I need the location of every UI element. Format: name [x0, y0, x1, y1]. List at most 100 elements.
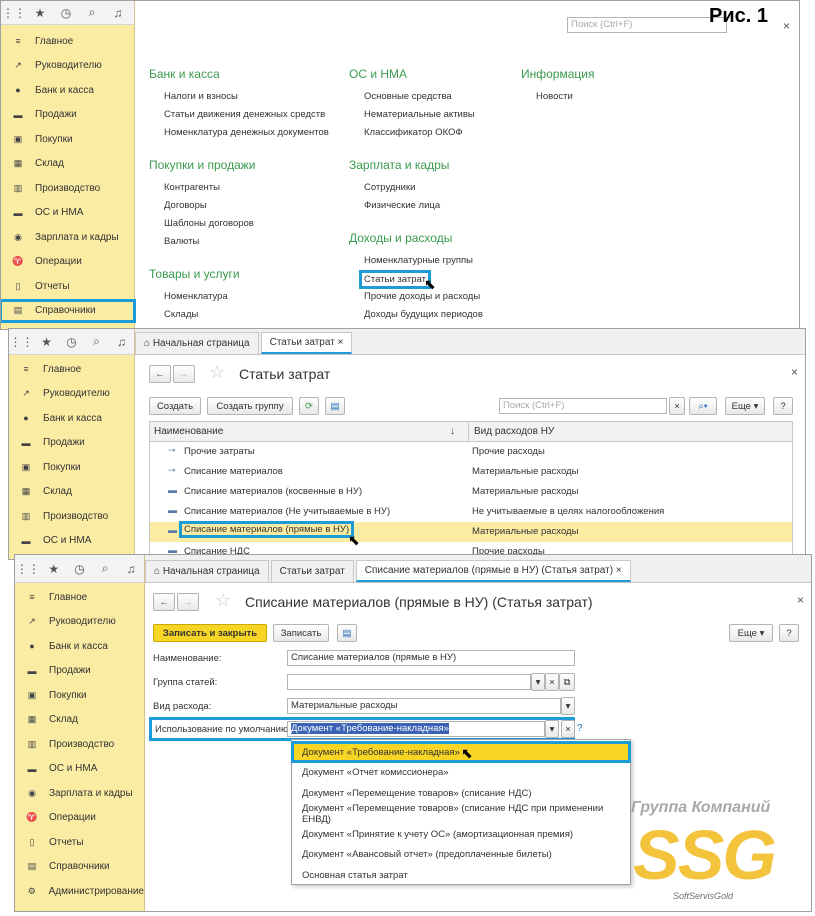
close-icon[interactable]: × [783, 19, 790, 33]
sidebar-item[interactable]: ↗ Руководителю [9, 384, 134, 404]
sidebar-item[interactable]: ▯ Отчеты [15, 832, 144, 852]
tab-cost-items[interactable]: Статьи затрат × [260, 332, 353, 354]
close-icon[interactable]: × [797, 593, 804, 607]
close-icon[interactable]: × [335, 337, 344, 348]
section-link[interactable]: Нематериальные активы [364, 109, 475, 120]
table-row[interactable]: ⊸ Списание материалов Материальные расходы [150, 462, 792, 482]
tab-home[interactable]: ⌂ Начальная страница [135, 332, 259, 354]
section-link[interactable]: Физические лица [364, 200, 440, 211]
section-link[interactable]: Прочие доходы и расходы [364, 291, 480, 302]
sidebar-item[interactable]: ▦ Склад [15, 710, 144, 730]
search-input[interactable]: Поиск (Ctrl+F) [499, 398, 667, 414]
dropdown-option[interactable]: Документ «Принятие к учету ОС» (амортиза… [292, 824, 630, 844]
apps-grid-icon[interactable]: ⋮⋮ [9, 335, 34, 349]
name-field[interactable]: Списание материалов (прямые в НУ) [287, 650, 575, 666]
section-link[interactable]: Налоги и взносы [164, 91, 238, 102]
history-icon[interactable]: ◷ [53, 6, 79, 20]
dropdown-option[interactable]: Документ «Перемещение товаров» (списание… [292, 783, 630, 803]
sidebar-item[interactable]: ▤ Справочники [15, 857, 144, 877]
section-link[interactable]: Шаблоны договоров [164, 218, 254, 229]
dropdown-option[interactable]: Основная статья затрат [292, 865, 630, 885]
use-default-dropdown-button[interactable]: ▾ [545, 720, 559, 738]
section-link[interactable]: Статьи движения денежных средств [164, 109, 325, 120]
back-button[interactable]: ← [153, 593, 175, 611]
section-link[interactable]: Новости [536, 91, 573, 102]
history-icon[interactable]: ◷ [67, 562, 93, 576]
sidebar-item[interactable]: ↗ Руководителю [15, 612, 144, 632]
section-link[interactable]: Классификатор ОКОФ [364, 127, 463, 138]
sidebar-item[interactable]: ⚙ Администрирование [15, 881, 144, 901]
sidebar-item[interactable]: ▥ Производство [1, 178, 134, 198]
sidebar-item[interactable]: ◉ Зарплата и кадры [1, 227, 134, 247]
column-header-name[interactable]: Наименование [154, 426, 223, 437]
refresh-icon[interactable]: ⟳ [299, 397, 319, 415]
sidebar-item[interactable]: ▤ Справочники [1, 298, 136, 323]
dropdown-option[interactable]: Документ «Перемещение товаров» (списание… [292, 803, 630, 825]
kind-dropdown-button[interactable]: ▾ [561, 697, 575, 715]
more-button[interactable]: Еще ▾ [729, 624, 773, 642]
apps-grid-icon[interactable]: ⋮⋮ [1, 6, 27, 20]
tab-cost-item-form[interactable]: Списание материалов (прямые в НУ) (Стать… [355, 560, 631, 582]
help-button[interactable]: ? [779, 624, 799, 642]
section-link[interactable]: Статьи затрат [359, 270, 431, 289]
column-header-kind[interactable]: Вид расходов НУ [474, 426, 554, 437]
sidebar-item[interactable]: ♈ Операции [15, 808, 144, 828]
sidebar-item[interactable]: ▬ ОС и НМА [15, 759, 144, 779]
table-row[interactable]: ▬ Списание материалов (Не учитываемые в Н… [150, 502, 792, 522]
sidebar-item[interactable]: ● Банк и касса [9, 408, 134, 428]
sidebar-item[interactable]: ▣ Покупки [1, 129, 134, 149]
section-link[interactable]: Склады [164, 309, 198, 320]
list-settings-icon[interactable]: ▤ [337, 624, 357, 642]
sidebar-item[interactable]: ▬ Продажи [9, 433, 134, 453]
search-icon[interactable]: ⌕ [79, 5, 105, 20]
list-settings-icon[interactable]: ▤ [325, 397, 345, 415]
help-icon[interactable]: ? [577, 723, 583, 734]
star-icon[interactable]: ★ [27, 6, 53, 20]
sidebar-item[interactable]: ▦ Склад [9, 482, 134, 502]
dropdown-option[interactable]: Документ «Авансовый отчет» (предоплаченн… [292, 845, 630, 865]
sidebar-item[interactable]: ▣ Покупки [15, 685, 144, 705]
sidebar-item[interactable]: ≡ Главное [15, 587, 144, 607]
save-and-close-button[interactable]: Записать и закрыть [153, 624, 267, 642]
sidebar-item[interactable]: ≡ Главное [1, 31, 134, 51]
bell-icon[interactable]: ♫ [105, 6, 131, 20]
sidebar-item[interactable]: ▥ Производство [9, 506, 134, 526]
use-default-clear-button[interactable]: × [561, 720, 575, 738]
use-default-field[interactable]: Документ «Требование-накладная» [287, 721, 545, 737]
star-icon[interactable]: ★ [41, 562, 67, 576]
table-row[interactable]: ⊸ Прочие затраты Прочие расходы [150, 442, 792, 462]
search-icon[interactable]: ⌕ [84, 334, 109, 349]
dropdown-option[interactable]: Документ «Отчет комиссионера» [292, 763, 630, 783]
section-link[interactable]: Номенклатурные группы [364, 255, 473, 266]
clear-search-button[interactable]: × [669, 397, 685, 415]
table-row[interactable]: ▬ Списание материалов (прямые в НУ) Матери… [150, 521, 792, 542]
sidebar-item[interactable]: ▣ Покупки [9, 457, 134, 477]
save-button[interactable]: Записать [273, 624, 329, 642]
section-link[interactable]: Основные средства [364, 91, 452, 102]
section-link[interactable]: Договоры [164, 200, 207, 211]
history-icon[interactable]: ◷ [59, 335, 84, 349]
group-open-button[interactable]: ⧉ [559, 673, 575, 691]
group-dropdown-button[interactable]: ▾ [531, 673, 545, 691]
section-link[interactable]: Сотрудники [364, 182, 415, 193]
sidebar-item[interactable]: ♈ Операции [1, 252, 134, 272]
group-clear-button[interactable]: × [545, 673, 559, 691]
create-button[interactable]: Создать [149, 397, 201, 415]
sidebar-item[interactable]: ▬ ОС и НМА [1, 203, 134, 223]
apps-grid-icon[interactable]: ⋮⋮ [15, 562, 41, 576]
favorite-star-icon[interactable]: ☆ [215, 590, 231, 611]
sidebar-item[interactable]: ≡ Главное [9, 359, 134, 379]
sidebar-item[interactable]: ↗ Руководителю [1, 56, 134, 76]
forward-button[interactable]: → [177, 593, 199, 611]
search-input[interactable]: Поиск (Ctrl+F) [567, 17, 727, 33]
create-group-button[interactable]: Создать группу [207, 397, 293, 415]
sidebar-item[interactable]: ▥ Производство [15, 734, 144, 754]
table-row[interactable]: ▬ Списание материалов (косвенные в НУ) Мат… [150, 482, 792, 502]
close-icon[interactable]: × [613, 565, 622, 576]
help-button[interactable]: ? [773, 397, 793, 415]
section-link[interactable]: Валюты [164, 236, 199, 247]
search-icon[interactable]: ⌕ [92, 561, 118, 576]
section-link[interactable]: Доходы будущих периодов [364, 309, 483, 320]
close-icon[interactable]: × [791, 365, 798, 379]
sidebar-item[interactable]: ● Банк и касса [15, 636, 144, 656]
